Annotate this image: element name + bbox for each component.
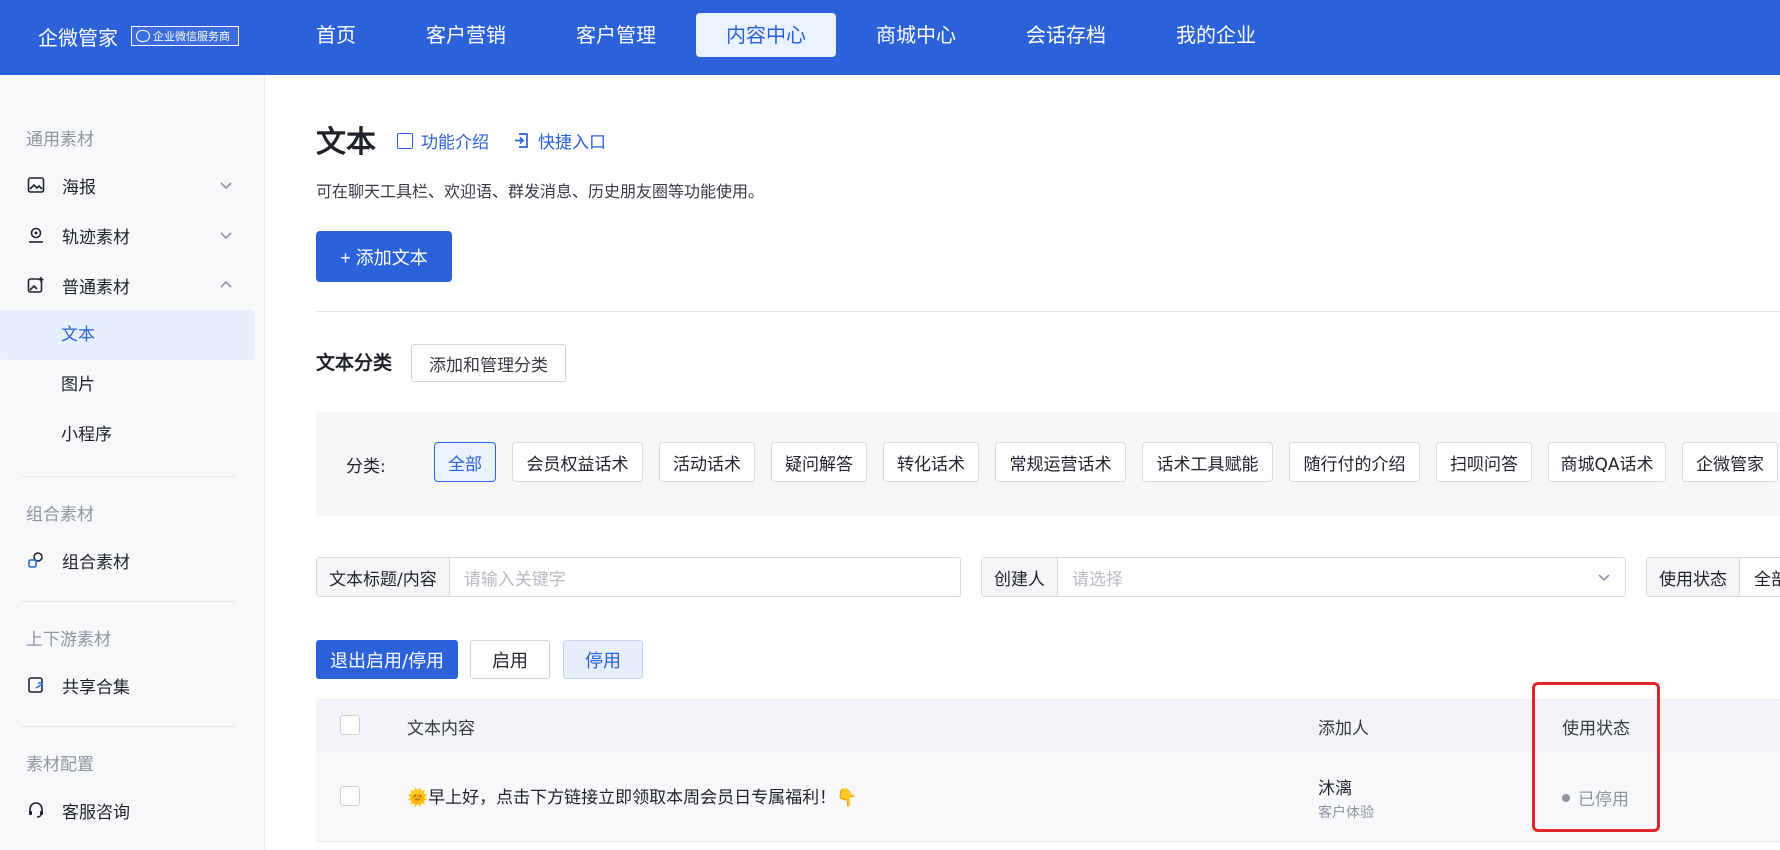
image-add-icon xyxy=(26,275,46,295)
chevron-up-icon xyxy=(219,277,233,297)
sidebar-group-combo: 组合素材 xyxy=(26,505,94,525)
nav-content-center[interactable]: 内容中心 xyxy=(696,13,836,57)
category-tag[interactable]: 随行付的介绍 xyxy=(1289,442,1420,482)
status-highlight-box xyxy=(1532,682,1660,832)
nav-mall-center[interactable]: 商城中心 xyxy=(846,13,986,57)
text-search-filter: 文本标题/内容 请输入关键字 xyxy=(316,557,961,597)
select-all-checkbox[interactable] xyxy=(340,715,360,735)
location-pin-icon xyxy=(26,225,46,245)
sidebar-divider xyxy=(22,726,236,727)
sidebar-item-label: 组合素材 xyxy=(62,552,130,573)
filter-label: 使用状态 xyxy=(1647,558,1740,596)
exit-enable-disable-button[interactable]: 退出启用/停用 xyxy=(316,640,458,679)
text-search-input[interactable]: 请输入关键字 xyxy=(450,558,960,596)
sidebar-item-text[interactable]: 文本 xyxy=(0,310,255,360)
category-heading: 文本分类 xyxy=(316,352,393,374)
image-icon xyxy=(26,175,46,195)
category-tag[interactable]: 扫呗问答 xyxy=(1436,442,1532,482)
chevron-down-icon xyxy=(219,177,233,197)
category-tag[interactable]: 转化话术 xyxy=(883,442,979,482)
service-provider-badge: 企业微信服务商 xyxy=(131,26,239,46)
sidebar-group-general: 通用素材 xyxy=(26,130,94,150)
headset-icon xyxy=(26,800,46,820)
category-label: 分类: xyxy=(346,457,386,477)
chevron-down-icon xyxy=(1597,558,1625,596)
sidebar-item-poster[interactable]: 海报 xyxy=(0,160,255,210)
sidebar-item-label: 普通素材 xyxy=(62,277,130,298)
category-tag[interactable]: 话术工具赋能 xyxy=(1142,442,1273,482)
text-content-cell: 🌞早上好，点击下方链接立即领取本周会员日专属福利！👇 xyxy=(407,788,858,808)
nav-customer-management[interactable]: 客户管理 xyxy=(546,13,686,57)
creator-filter: 创建人 请选择 xyxy=(981,557,1626,597)
creator-select[interactable]: 请选择 xyxy=(1058,558,1597,596)
category-tag[interactable]: 活动话术 xyxy=(659,442,755,482)
sidebar-item-shared[interactable]: 共享合集 xyxy=(0,660,255,710)
sidebar-item-miniprogram[interactable]: 小程序 xyxy=(0,410,255,460)
add-text-button[interactable]: + 添加文本 xyxy=(316,231,452,282)
enable-button[interactable]: 启用 xyxy=(470,640,550,679)
sidebar-item-label: 共享合集 xyxy=(62,677,130,698)
category-tag[interactable]: 企微管家 xyxy=(1682,442,1778,482)
status-filter: 使用状态 全部 xyxy=(1646,557,1780,597)
nav-home[interactable]: 首页 xyxy=(286,13,386,57)
sidebar-item-label: 客服咨询 xyxy=(62,802,130,823)
category-tag[interactable]: 商城QA话术 xyxy=(1548,442,1666,482)
adder-department: 客户体验 xyxy=(1318,805,1374,821)
sidebar-divider xyxy=(22,601,236,602)
section-divider xyxy=(316,311,1780,312)
feature-intro-link[interactable]: 功能介绍 xyxy=(397,128,489,153)
sidebar-item-combo[interactable]: 组合素材 xyxy=(0,535,255,585)
sidebar-item-track[interactable]: 轨迹素材 xyxy=(0,210,255,260)
enter-icon xyxy=(513,132,530,149)
book-icon xyxy=(397,132,413,149)
column-header-content: 文本内容 xyxy=(407,719,475,739)
manage-category-button[interactable]: 添加和管理分类 xyxy=(411,344,566,382)
category-tag[interactable]: 疑问解答 xyxy=(771,442,867,482)
feature-intro-label: 功能介绍 xyxy=(421,133,489,153)
sidebar-item-service[interactable]: 客服咨询 xyxy=(0,785,255,835)
category-tag[interactable]: 常规运营话术 xyxy=(995,442,1126,482)
row-checkbox[interactable] xyxy=(340,786,360,806)
sidebar-divider xyxy=(22,476,236,477)
shortcut-link[interactable]: 快捷入口 xyxy=(513,128,606,153)
chat-bubble-icon xyxy=(136,30,150,42)
sidebar-group-config: 素材配置 xyxy=(26,755,94,775)
share-collection-icon xyxy=(26,675,46,695)
filter-label: 创建人 xyxy=(982,558,1058,596)
chevron-down-icon xyxy=(219,227,233,247)
nav-customer-marketing[interactable]: 客户营销 xyxy=(396,13,536,57)
sidebar-group-updown: 上下游素材 xyxy=(26,630,111,650)
sidebar-item-normal[interactable]: 普通素材 xyxy=(0,260,255,310)
brand-name[interactable]: 企微管家 xyxy=(38,22,118,51)
nav-session-archive[interactable]: 会话存档 xyxy=(996,13,1136,57)
filter-label: 文本标题/内容 xyxy=(317,558,450,596)
adder-name: 沐漓 xyxy=(1318,779,1352,799)
status-select[interactable]: 全部 xyxy=(1740,558,1780,596)
page-title: 文本 xyxy=(316,125,376,160)
combo-shapes-icon xyxy=(26,550,46,570)
disable-button[interactable]: 停用 xyxy=(563,640,643,679)
shortcut-label: 快捷入口 xyxy=(538,133,606,153)
category-tag[interactable]: 会员权益话术 xyxy=(512,442,643,482)
page-description: 可在聊天工具栏、欢迎语、群发消息、历史朋友圈等功能使用。 xyxy=(316,182,765,201)
sidebar-item-image[interactable]: 图片 xyxy=(0,360,255,410)
sidebar-item-label: 轨迹素材 xyxy=(62,227,130,248)
sidebar: 通用素材 海报 轨迹素材 普通素材 文本 图片 小程序 组合素材 组合素材 上下… xyxy=(0,75,265,850)
sidebar-item-label: 海报 xyxy=(62,177,96,198)
nav-my-enterprise[interactable]: 我的企业 xyxy=(1146,13,1286,57)
badge-text: 企业微信服务商 xyxy=(153,30,230,43)
category-tag-all[interactable]: 全部 xyxy=(434,442,496,482)
top-navbar: 企微管家 企业微信服务商 首页 客户营销 客户管理 内容中心 商城中心 会话存档… xyxy=(0,0,1780,75)
column-header-adder: 添加人 xyxy=(1318,719,1369,739)
